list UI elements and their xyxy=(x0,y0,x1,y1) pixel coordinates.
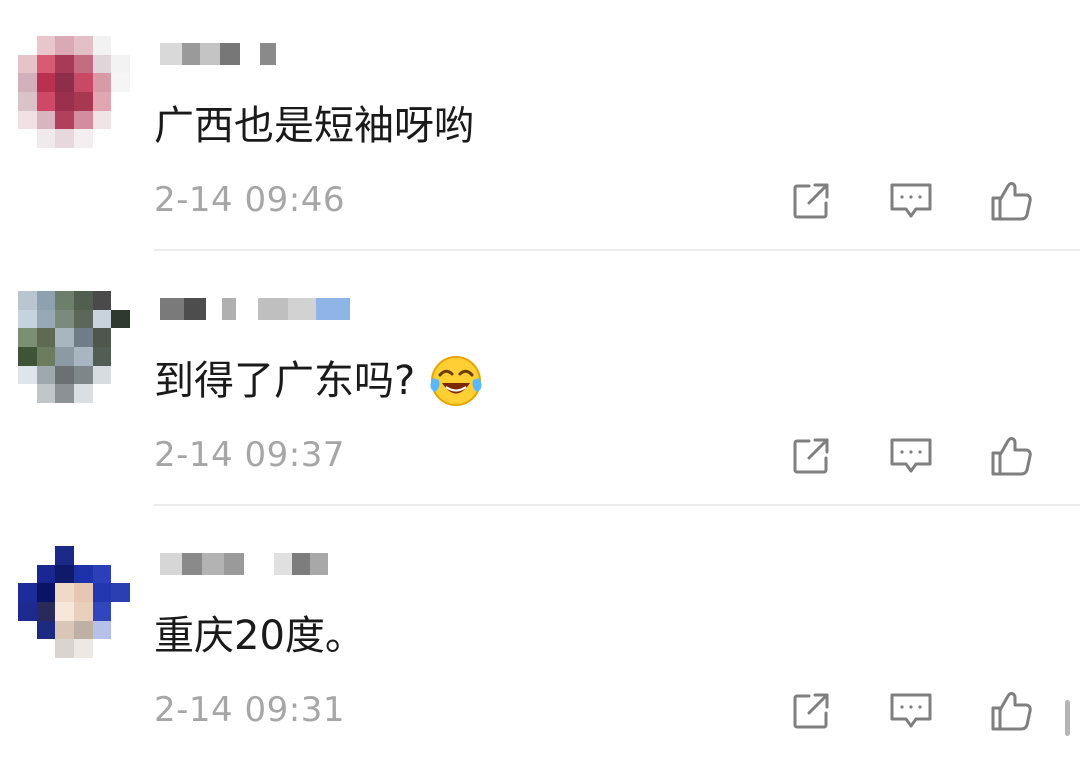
timestamp: 2-14 09:31 xyxy=(154,690,345,730)
comment-icon[interactable] xyxy=(886,176,936,226)
tears-of-joy-emoji xyxy=(429,354,483,408)
comment-text: 到得了广东吗? xyxy=(154,351,483,411)
divider xyxy=(154,249,1080,251)
comment-text-label: 到得了广东吗? xyxy=(154,358,416,404)
comment-text-label: 重庆20度。 xyxy=(154,613,365,659)
thumbs-up-icon[interactable] xyxy=(986,176,1036,226)
avatar[interactable] xyxy=(18,546,130,658)
comment-text-label: 广西也是短袖呀哟 xyxy=(154,103,474,149)
avatar[interactable] xyxy=(18,291,130,403)
comment-text: 广西也是短袖呀哟 xyxy=(154,96,474,156)
comment-icon[interactable] xyxy=(886,686,936,736)
username[interactable] xyxy=(160,544,328,584)
timestamp: 2-14 09:37 xyxy=(154,435,345,475)
share-icon[interactable] xyxy=(786,176,836,226)
share-icon[interactable] xyxy=(786,431,836,481)
divider xyxy=(154,504,1080,506)
comment-actions xyxy=(786,431,1036,481)
username[interactable] xyxy=(160,289,350,329)
comment-item: 重庆20度。 2-14 09:31 xyxy=(0,510,1080,765)
comment-actions xyxy=(786,686,1036,736)
comment-icon[interactable] xyxy=(886,431,936,481)
thumbs-up-icon[interactable] xyxy=(986,686,1036,736)
timestamp: 2-14 09:46 xyxy=(154,180,345,220)
scrollbar[interactable] xyxy=(1065,700,1070,736)
comment-item: 广西也是短袖呀哟 2-14 09:46 xyxy=(0,0,1080,255)
avatar[interactable] xyxy=(18,36,130,148)
thumbs-up-icon[interactable] xyxy=(986,431,1036,481)
share-icon[interactable] xyxy=(786,686,836,736)
comment-text: 重庆20度。 xyxy=(154,606,365,666)
comment-item: 到得了广东吗? 2-14 09:37 xyxy=(0,255,1080,510)
comment-actions xyxy=(786,176,1036,226)
username[interactable] xyxy=(160,34,276,74)
